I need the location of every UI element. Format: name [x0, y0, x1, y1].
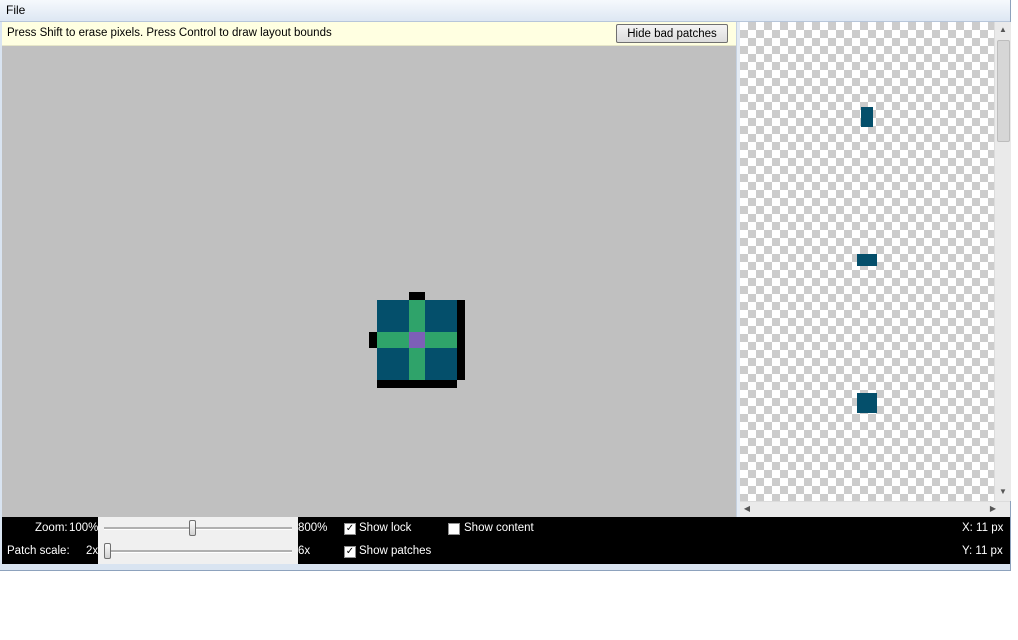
right-padding-marker — [457, 300, 465, 380]
scroll-left-arrow-icon[interactable]: ◀ — [742, 504, 752, 513]
left-stretch-marker — [369, 332, 377, 348]
preview-horizontal-stretch — [857, 254, 877, 266]
nine-patch-image[interactable] — [2, 22, 736, 517]
menu-bar: File — [0, 0, 1010, 22]
zoom-label: Zoom: — [35, 522, 68, 534]
zoom-slider-track[interactable] — [104, 527, 292, 530]
show-lock-label[interactable]: Show lock — [359, 522, 411, 534]
show-content-label[interactable]: Show content — [464, 522, 534, 534]
slider-panel — [98, 517, 298, 564]
y-coordinate-readout: Y: 11 px — [962, 545, 1003, 557]
zoom-max-label: 800% — [298, 522, 328, 534]
preview-vertical-stretch — [861, 107, 873, 127]
preview-vertical-scroll-thumb[interactable] — [997, 40, 1010, 142]
scroll-right-arrow-icon[interactable]: ▶ — [988, 504, 998, 513]
show-lock-checkbox[interactable]: ✓ — [344, 523, 356, 535]
zoom-min-label: 100% — [69, 522, 99, 534]
scroll-down-arrow-icon[interactable]: ▼ — [995, 487, 1011, 496]
patch-scale-min-label: 2x — [86, 545, 99, 557]
status-bar: Zoom: 100% Patch scale: 2x 800% 6x ✓ Sho… — [2, 517, 1010, 564]
stretch-preview-pane — [740, 22, 994, 501]
nine-patch-window: File Press Shift to erase pixels. Press … — [0, 0, 1011, 571]
bottom-padding-marker — [377, 380, 457, 388]
patch-scale-slider-thumb[interactable] — [104, 543, 111, 559]
scroll-up-arrow-icon[interactable]: ▲ — [995, 25, 1011, 34]
x-coordinate-readout: X: 11 px — [962, 522, 1004, 534]
patch-scale-max-label: 6x — [298, 545, 311, 557]
patch-editor-area[interactable]: Press Shift to erase pixels. Press Contr… — [2, 22, 736, 517]
preview-both-stretch — [857, 393, 877, 413]
menu-file[interactable]: File — [6, 3, 25, 17]
zoom-slider-thumb[interactable] — [189, 520, 197, 536]
show-patches-checkbox[interactable]: ✓ — [344, 546, 356, 558]
patch-scale-label: Patch scale: — [7, 545, 70, 557]
preview-horizontal-scrollbar[interactable]: ◀ ▶ — [740, 501, 1010, 518]
patch-center-stretch — [409, 332, 425, 348]
preview-vertical-scrollbar[interactable]: ▲ ▼ — [994, 22, 1011, 501]
top-stretch-marker — [409, 292, 425, 300]
show-patches-label[interactable]: Show patches — [359, 545, 431, 557]
show-content-checkbox[interactable] — [448, 523, 460, 535]
patch-scale-slider-track[interactable] — [104, 550, 292, 553]
